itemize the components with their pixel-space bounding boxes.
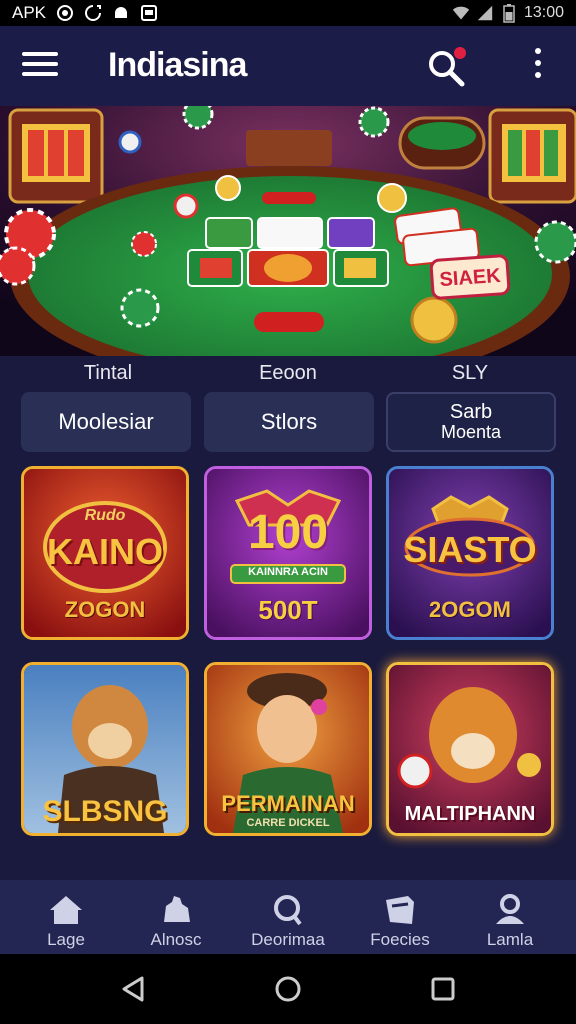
back-icon[interactable] — [118, 974, 148, 1004]
nav-label: Deorimaa — [251, 930, 325, 949]
sync-icon — [84, 4, 102, 22]
game-tile-maltiphann[interactable]: MALTIPHANN — [386, 662, 554, 836]
casino-banner[interactable]: SIAEK — [0, 106, 576, 356]
bottom-nav: Lage Alnosc Deorimaa Foecies Lamla — [0, 880, 576, 954]
home-icon — [50, 896, 82, 924]
tab-tintal[interactable]: Tintal — [28, 362, 188, 385]
slot-machine-left — [8, 108, 104, 204]
profile-icon — [496, 894, 524, 924]
app-header: Indiasina — [0, 26, 576, 106]
game-title: 100 — [247, 506, 329, 559]
notification-icon — [56, 4, 74, 22]
game-subtitle: CARRE DICKEL — [246, 817, 330, 829]
game-tile-kaino[interactable]: Rudo KAINO ZOGON — [21, 466, 189, 640]
game-title: KAINO — [47, 531, 163, 572]
game-title: SLBSNG — [42, 795, 168, 828]
game-title: SIASTO — [403, 529, 537, 570]
game-tile-slbsng[interactable]: SLBSNG — [21, 662, 189, 836]
category-button-moolesiar[interactable]: Moolesiar — [21, 392, 191, 452]
games-icon — [164, 896, 190, 922]
nav-label: Lage — [47, 930, 85, 949]
category-label-line2: Moenta — [440, 422, 502, 443]
game-ribbon: Rudo — [84, 507, 126, 524]
status-time: 13:00 — [523, 4, 564, 21]
wifi-icon — [452, 4, 470, 22]
nav-label: Alnosc — [150, 930, 202, 949]
slot-machine-right — [488, 108, 576, 204]
nav-label: Foecies — [370, 930, 430, 949]
category-label-line1: Sarb — [449, 401, 493, 424]
recents-icon[interactable] — [428, 974, 458, 1004]
game-title: MALTIPHANN — [404, 803, 536, 825]
game-tile-100[interactable]: 100 KAINNRA ACIN 500T — [204, 466, 372, 640]
category-button-stlors[interactable]: Stlors — [204, 392, 374, 452]
app-title: Indiasina — [108, 46, 247, 84]
game-tile-siasto[interactable]: SIASTO 2OGOM — [386, 466, 554, 640]
category-button-sarb-moenta[interactable]: Sarb Moenta — [386, 392, 556, 452]
svg-text:SIAEK: SIAEK — [439, 265, 502, 291]
battery-icon — [500, 4, 518, 23]
nav-item-lage[interactable]: Lage — [6, 892, 126, 950]
image-icon — [140, 4, 158, 22]
android-icon — [112, 4, 130, 22]
notification-dot — [454, 47, 466, 59]
game-subtitle: 2OGOM — [429, 597, 511, 622]
nav-item-deorimaa[interactable]: Deorimaa — [228, 892, 348, 950]
status-bar: APK 13:00 — [0, 0, 576, 26]
menu-icon[interactable] — [22, 52, 58, 80]
game-subtitle: 500T — [258, 595, 318, 625]
tab-eeoon[interactable]: Eeoon — [208, 362, 368, 385]
nav-item-lamla[interactable]: Lamla — [450, 892, 570, 950]
game-subtitle: ZOGON — [64, 597, 146, 622]
game-title: PERMAINAN — [221, 791, 355, 816]
system-nav-bar — [0, 954, 576, 1024]
search-icon — [274, 895, 302, 926]
tab-sly[interactable]: SLY — [390, 362, 550, 385]
more-vert-icon[interactable] — [528, 48, 548, 88]
home-circle-icon[interactable] — [273, 974, 303, 1004]
nav-item-foecies[interactable]: Foecies — [340, 892, 460, 950]
status-app-label: APK — [12, 3, 47, 22]
table-cards — [187, 217, 389, 287]
search-icon[interactable] — [424, 46, 468, 90]
nav-item-alnosc[interactable]: Alnosc — [116, 892, 236, 950]
signal-icon — [476, 4, 494, 22]
game-ribbon: KAINNRA ACIN — [248, 566, 328, 578]
gift-icon — [386, 896, 414, 924]
game-tile-permainan[interactable]: PERMAINAN CARRE DICKEL — [204, 662, 372, 836]
nav-label: Lamla — [486, 930, 534, 949]
